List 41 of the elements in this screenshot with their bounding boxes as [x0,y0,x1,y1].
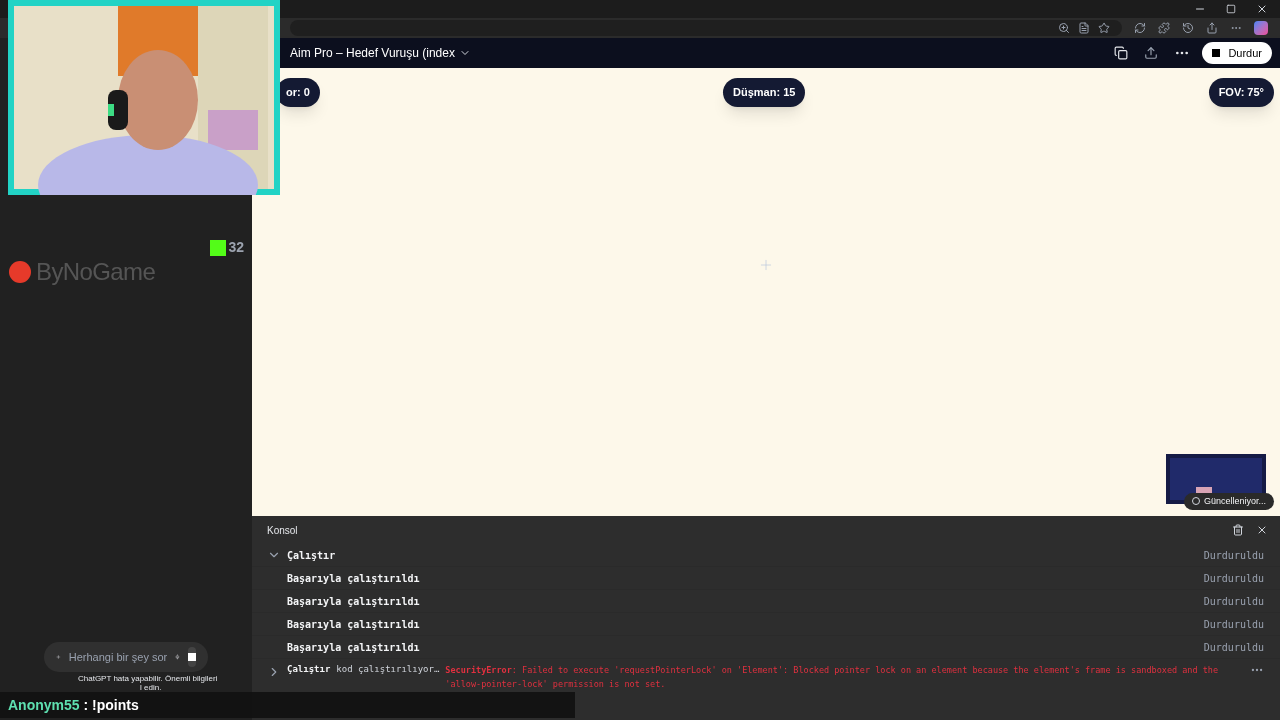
console-message: Başarıyla çalıştırıldı [287,594,420,609]
viewer-count: 32 [228,238,244,257]
console-message: kod çalıştırılıyor… [336,663,440,676]
stop-button[interactable] [188,647,196,667]
fov-pill: FOV: 75° [1208,78,1274,107]
status-text: Durduruldu [1203,640,1264,655]
disclaimer-text: ChatGPT hata yapabilir. Önemli bilgileri [78,674,218,683]
share-icon[interactable] [1144,46,1159,60]
game-canvas[interactable]: or: 0 Düşman: 15 FOV: 75° Güncelleniyor... [252,68,1280,516]
status-text: Durduruldu [1203,617,1264,632]
page-title[interactable]: Aim Pro – Hedef Vuruşu (index [290,44,455,62]
refresh-icon[interactable] [1134,22,1146,34]
status-text: Durduruldu [1203,571,1264,586]
stop-button[interactable]: Durdur [1202,42,1272,64]
maximize-icon[interactable] [1226,4,1236,14]
input-placeholder: Herhangi bir şey sor [68,649,168,665]
copilot-icon[interactable] [1254,21,1268,35]
console-message: Başarıyla çalıştırıldı [287,617,420,632]
history-icon[interactable] [1182,22,1194,34]
disclaimer-text: l edin. [140,683,162,692]
extensions-icon[interactable] [1158,22,1170,34]
enemy-count-pill: Düşman: 15 [723,78,806,107]
console-group-label[interactable]: Çalıştır [287,663,331,677]
chat-message: Anonym55 : !points [8,695,139,715]
reader-icon[interactable] [1078,22,1090,34]
favorite-icon[interactable] [1098,22,1110,34]
delete-icon[interactable] [1232,524,1244,536]
console-title: Konsol [267,523,298,538]
console-message: Başarıyla çalıştırıldı [287,571,420,586]
close-icon[interactable] [1256,524,1268,536]
chat-input[interactable]: Herhangi bir şey sor [44,642,208,672]
console-group-label[interactable]: Çalıştır [287,547,336,563]
zoom-icon[interactable] [1058,22,1070,34]
close-icon[interactable] [1256,3,1268,15]
console-message: Başarıyla çalıştırıldı [287,640,420,655]
share-icon[interactable] [1206,22,1218,34]
status-text: Durduruldu [1203,594,1264,609]
error-message: SecurityError: Failed to execute 'requestPointerLock' on 'Element': Blocked pointer lock on an element because the element's frame is sandboxed and the 'allow-pointer-lock' permission is not set. [445,664,1220,691]
copy-icon[interactable] [1114,46,1129,60]
status-text: Durduruldu [1203,548,1264,563]
logo-icon [8,260,32,284]
